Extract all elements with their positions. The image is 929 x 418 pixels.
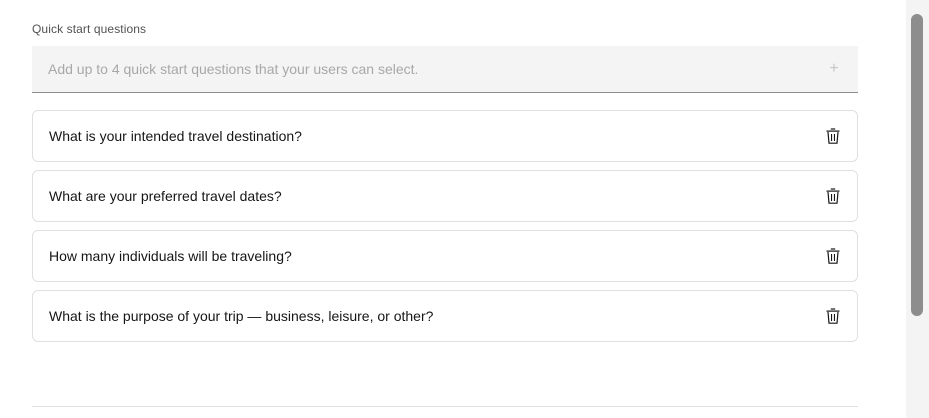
question-text: What is the purpose of your trip — busin…	[49, 308, 434, 324]
add-question-input[interactable]	[32, 46, 810, 92]
question-text: What are your preferred travel dates?	[49, 188, 282, 204]
trash-icon	[826, 188, 840, 204]
trash-icon	[826, 308, 840, 324]
delete-question-button[interactable]	[809, 111, 857, 161]
delete-question-button[interactable]	[809, 231, 857, 281]
quick-start-label: Quick start questions	[32, 22, 147, 36]
question-item: What is the purpose of your trip — busin…	[32, 290, 858, 342]
delete-question-button[interactable]	[809, 171, 857, 221]
add-question-field: +	[32, 46, 858, 93]
trash-icon	[826, 128, 840, 144]
question-list: What is your intended travel destination…	[32, 110, 858, 350]
quick-start-settings-panel: Quick start questions + What is your int…	[0, 0, 929, 418]
question-item: What is your intended travel destination…	[32, 110, 858, 162]
question-text: What is your intended travel destination…	[49, 128, 302, 144]
delete-question-button[interactable]	[809, 291, 857, 341]
add-question-button[interactable]: +	[810, 46, 858, 92]
scrollbar-thumb[interactable]	[911, 14, 923, 316]
trash-icon	[826, 248, 840, 264]
question-item: How many individuals will be traveling?	[32, 230, 858, 282]
scrollbar-track[interactable]	[906, 0, 929, 418]
question-item: What are your preferred travel dates?	[32, 170, 858, 222]
question-text: How many individuals will be traveling?	[49, 248, 292, 264]
plus-icon: +	[829, 60, 839, 77]
section-divider	[32, 406, 858, 407]
